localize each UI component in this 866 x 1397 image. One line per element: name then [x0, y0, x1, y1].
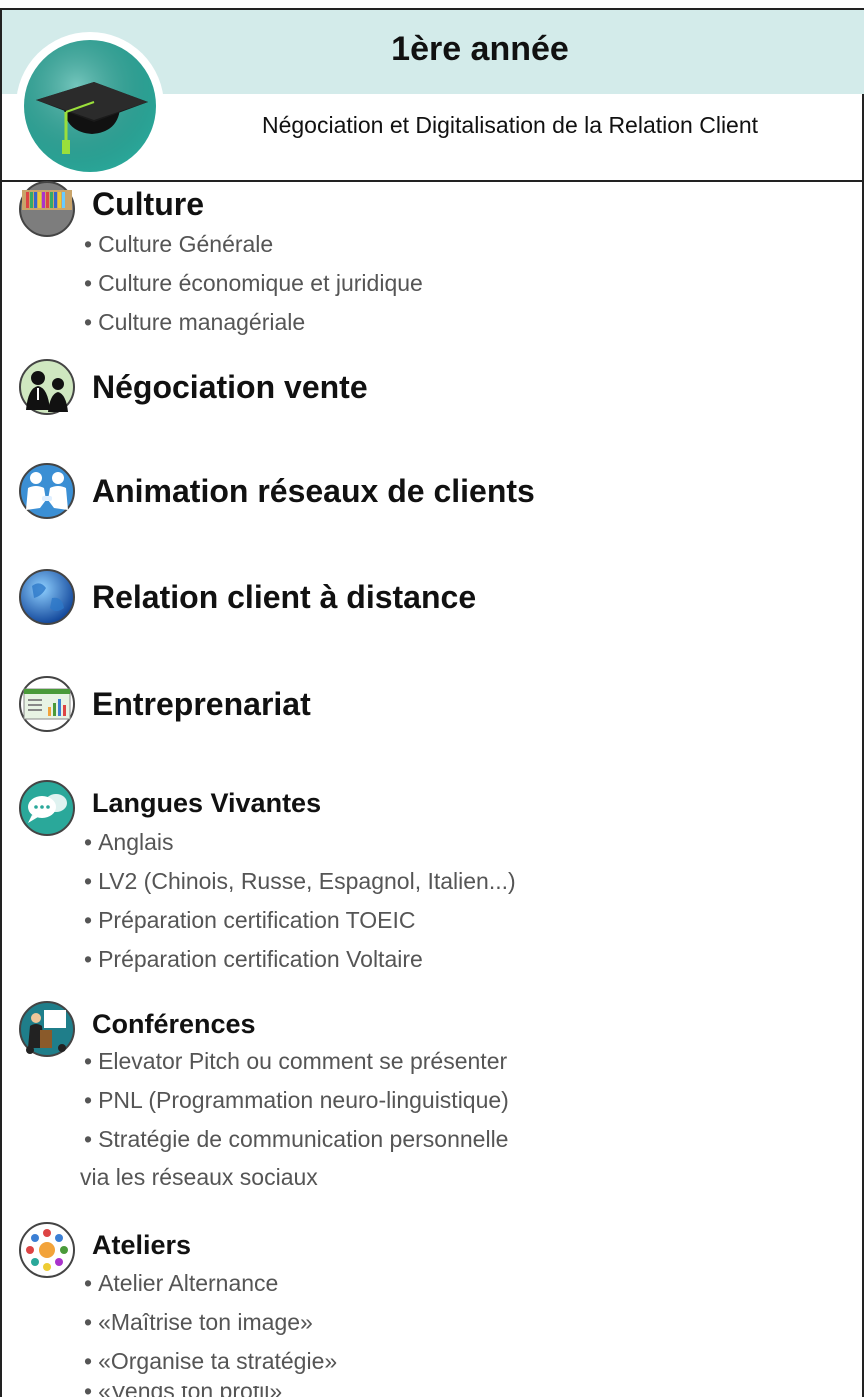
year-title: 1ère année — [391, 30, 569, 68]
section-title-ateliers: Ateliers — [92, 1230, 192, 1260]
bookshelf-icon — [19, 181, 75, 237]
business-meeting-icon — [19, 359, 75, 415]
list-item: • Stratégie de communication personnelle — [84, 1126, 509, 1152]
list-item: • Préparation certification TOEIC — [84, 907, 416, 933]
speech-bubbles-icon — [19, 780, 75, 836]
list-item: • «Organise ta stratégie» — [84, 1348, 338, 1374]
list-item: • Atelier Alternance — [84, 1270, 279, 1296]
list-item: • Préparation certification Voltaire — [84, 946, 423, 972]
section-title-culture: Culture — [92, 186, 204, 222]
list-item: •«Vends ton profil» — [84, 1386, 282, 1397]
section-title-animation: Animation réseaux de clients — [92, 473, 535, 509]
list-item: • Culture Générale — [84, 231, 274, 257]
globe-icon — [19, 569, 75, 625]
section-title-negociation: Négociation vente — [92, 369, 368, 405]
section-title-entreprenariat: Entreprenariat — [92, 686, 311, 722]
section-title-relation-distance: Relation client à distance — [92, 579, 477, 615]
presenter-icon — [19, 1001, 75, 1057]
section-title-conferences: Conférences — [92, 1009, 256, 1039]
section-title-langues: Langues Vivantes — [92, 788, 322, 818]
handshake-icon — [19, 463, 75, 519]
program-title: Négociation et Digitalisation de la Rela… — [261, 112, 759, 138]
list-item: • PNL (Programmation neuro-linguistique) — [84, 1087, 509, 1113]
graduation-cap-icon — [16, 32, 164, 180]
dashboard-screen-icon — [19, 676, 75, 732]
team-circle-icon — [19, 1222, 75, 1278]
list-item: • «Maîtrise ton image» — [84, 1309, 313, 1335]
list-item-continuation: via les réseaux sociaux — [80, 1164, 318, 1190]
list-item: • Culture économique et juridique — [84, 270, 423, 296]
list-item: • Anglais — [84, 829, 174, 855]
list-item: • Culture managériale — [84, 309, 306, 335]
list-item: • LV2 (Chinois, Russe, Espagnol, Italien.… — [84, 868, 516, 894]
list-item: • Elevator Pitch ou comment se présenter — [84, 1048, 508, 1074]
